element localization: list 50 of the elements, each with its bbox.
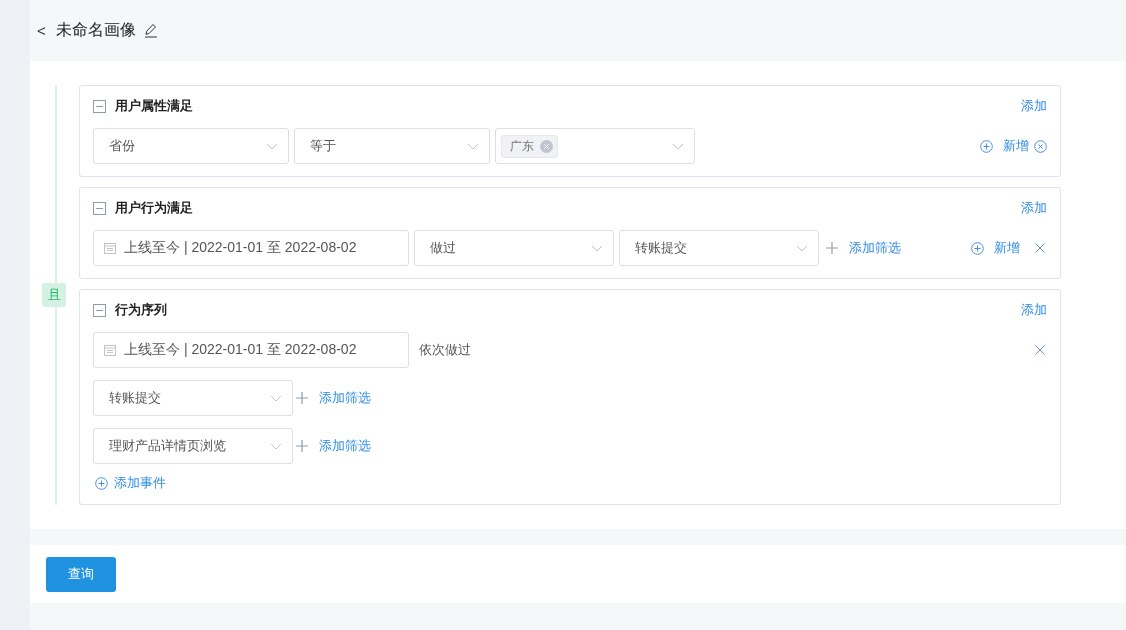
logic-and-badge[interactable]: 且	[42, 283, 66, 307]
plus-circle-icon	[95, 476, 108, 490]
calendar-icon	[104, 242, 116, 254]
plus-icon	[296, 392, 308, 404]
add-filter-link[interactable]: 添加筛选	[319, 437, 371, 455]
back-button[interactable]: <	[33, 22, 50, 39]
sequence-label: 依次做过	[419, 341, 471, 359]
dropdown-select[interactable]: 做过	[414, 230, 614, 266]
group-title: 行为序列	[115, 301, 167, 319]
collapse-icon[interactable]	[93, 99, 106, 113]
date-range-field[interactable]: 上线至今 | 2022-01-01 至 2022-08-02	[93, 230, 409, 266]
remove-circle-icon[interactable]	[1034, 139, 1047, 153]
dropdown-select[interactable]: 转账提交	[93, 380, 293, 416]
tag-chip: 广东	[501, 134, 558, 158]
chevron-down-icon	[467, 142, 479, 150]
page-title: 未命名画像	[55, 20, 136, 40]
query-button[interactable]: 查询	[46, 556, 116, 592]
edit-icon[interactable]	[143, 23, 158, 38]
add-link[interactable]: 添加	[1021, 199, 1047, 217]
add-filter-link[interactable]: 添加筛选	[849, 239, 901, 257]
dropdown-select[interactable]: 等于	[294, 128, 490, 164]
chevron-down-icon	[796, 244, 808, 252]
plus-icon	[826, 242, 838, 254]
chevron-down-icon	[591, 244, 603, 252]
tag-select[interactable]: 广东	[495, 128, 695, 164]
plus-icon	[296, 440, 308, 452]
plus-circle-icon	[980, 139, 993, 153]
add-link[interactable]: 添加	[1021, 301, 1047, 319]
new-link[interactable]: 新增	[1003, 137, 1029, 155]
remove-tag-icon[interactable]	[540, 139, 553, 153]
chevron-down-icon	[270, 394, 282, 402]
chevron-down-icon	[266, 142, 278, 150]
close-icon[interactable]	[1035, 345, 1045, 355]
dropdown-select[interactable]: 转账提交	[619, 230, 819, 266]
add-link[interactable]: 添加	[1021, 97, 1047, 115]
collapse-icon[interactable]	[93, 303, 106, 317]
add-event-link[interactable]: 添加事件	[114, 474, 166, 492]
group-title: 用户行为满足	[115, 199, 193, 217]
chevron-down-icon	[672, 142, 684, 150]
plus-circle-icon	[971, 241, 984, 255]
chevron-down-icon	[270, 442, 282, 450]
dropdown-select[interactable]: 理财产品详情页浏览	[93, 428, 293, 464]
collapse-icon[interactable]	[93, 201, 106, 215]
calendar-icon	[104, 344, 116, 356]
dropdown-select[interactable]: 省份	[93, 128, 289, 164]
add-filter-link[interactable]: 添加筛选	[319, 389, 371, 407]
close-icon[interactable]	[1035, 243, 1045, 253]
date-range-field[interactable]: 上线至今 | 2022-01-01 至 2022-08-02	[93, 332, 409, 368]
group-title: 用户属性满足	[115, 97, 193, 115]
new-link[interactable]: 新增	[994, 239, 1020, 257]
